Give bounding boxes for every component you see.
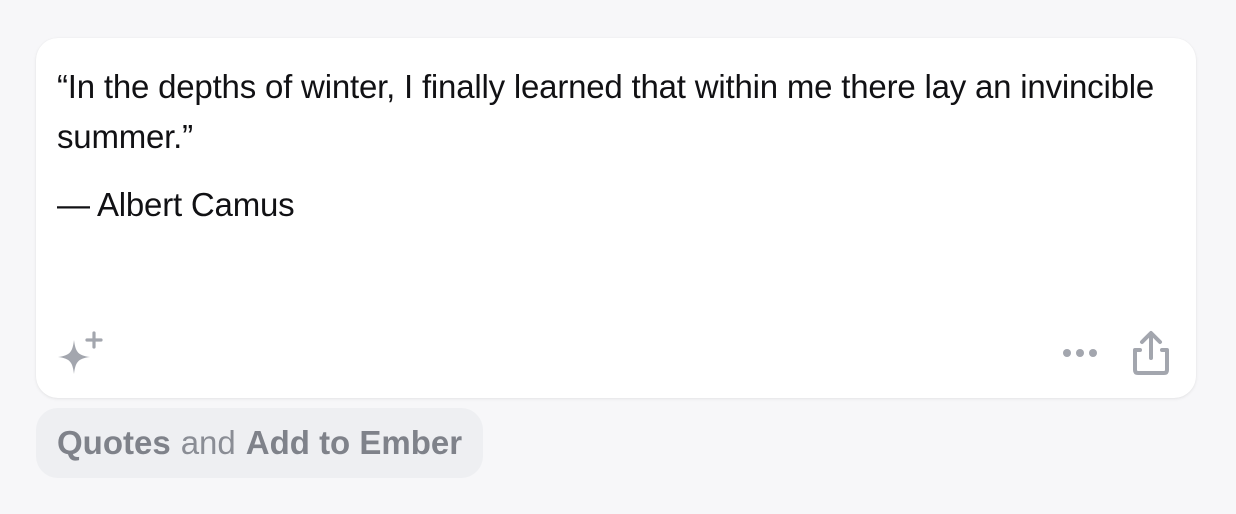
share-button[interactable] [1126,328,1176,378]
chip-connector: and [180,424,236,461]
quote-text: “In the depths of winter, I finally lear… [57,68,1155,155]
share-icon [1133,331,1169,375]
sparkle-icon [58,331,103,374]
sparkle-button[interactable] [54,330,108,384]
suggestion-chip[interactable]: Quotes and Add to Ember [36,408,484,478]
chip-quotes-label: Quotes [57,424,171,461]
more-button[interactable] [1058,336,1104,370]
more-horizontal-icon [1063,349,1097,357]
chip-add-to-ember-label: Add to Ember [245,424,463,461]
quote-author: — Albert Camus [57,186,295,223]
quote-card: “In the depths of winter, I finally lear… [36,38,1196,398]
